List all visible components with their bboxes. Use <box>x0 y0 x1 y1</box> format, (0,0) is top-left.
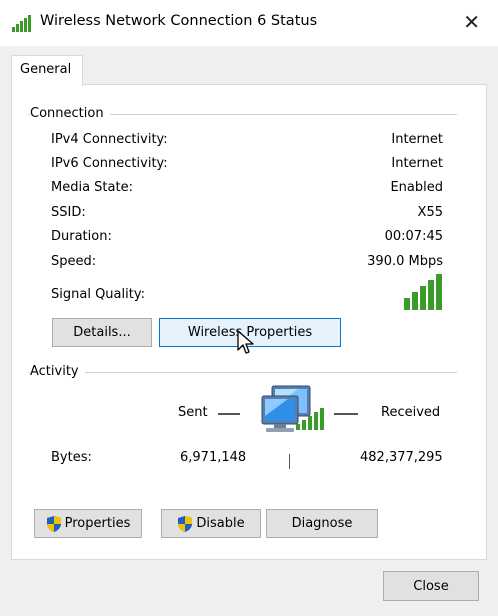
signal-bar <box>412 292 418 310</box>
signal-quality-label: Signal Quality: <box>51 287 145 302</box>
network-computers-icon <box>261 385 324 432</box>
ssid-label: SSID: <box>51 205 86 220</box>
connection-group-label: Connection <box>30 106 110 121</box>
disable-button[interactable]: Disable <box>161 509 261 538</box>
received-dash <box>334 413 358 415</box>
ipv4-value: Internet <box>391 132 443 147</box>
signal-bar <box>404 298 410 310</box>
ssid-value: X55 <box>417 205 443 220</box>
media-state-value: Enabled <box>390 180 443 195</box>
tab-general-label: General <box>20 62 72 77</box>
signal-bar <box>428 280 434 310</box>
signal-bar <box>420 286 426 310</box>
activity-group-line <box>28 372 457 373</box>
ipv6-label: IPv6 Connectivity: <box>51 156 168 171</box>
bytes-received-value: 482,377,295 <box>360 450 443 465</box>
details-button[interactable]: Details... <box>52 318 152 347</box>
properties-button[interactable]: Properties <box>34 509 142 538</box>
media-state-label: Media State: <box>51 180 133 195</box>
uac-shield-icon <box>178 515 193 532</box>
uac-shield-icon <box>46 515 61 532</box>
diagnose-button-label: Diagnose <box>291 516 353 531</box>
close-button-label: Close <box>413 578 449 594</box>
disable-button-label: Disable <box>196 516 245 531</box>
activity-divider <box>289 454 290 469</box>
signal-strength-icon <box>404 274 442 310</box>
received-label: Received <box>381 405 441 420</box>
bytes-sent-value: 6,971,148 <box>180 450 247 465</box>
tab-general[interactable]: General <box>11 55 83 86</box>
speed-label: Speed: <box>51 254 97 269</box>
speed-value: 390.0 Mbps <box>367 254 443 269</box>
details-button-label: Details... <box>73 325 131 340</box>
close-button[interactable]: Close <box>383 571 479 601</box>
window-title: Wireless Network Connection 6 Status <box>40 13 318 29</box>
title-bar: Wireless Network Connection 6 Status ✕ <box>0 0 498 46</box>
bytes-label: Bytes: <box>51 450 92 465</box>
properties-button-label: Properties <box>64 516 131 531</box>
signal-bar <box>436 274 442 310</box>
close-window-button[interactable]: ✕ <box>463 10 480 34</box>
wifi-signal-icon <box>12 15 31 32</box>
ipv4-label: IPv4 Connectivity: <box>51 132 168 147</box>
sent-dash <box>218 413 240 415</box>
mouse-cursor-icon <box>237 330 254 354</box>
activity-group-label: Activity <box>30 364 85 379</box>
duration-label: Duration: <box>51 229 112 244</box>
ipv6-value: Internet <box>391 156 443 171</box>
window: { "window": { "title": "Wireless Network… <box>0 0 498 616</box>
sent-label: Sent <box>178 405 208 420</box>
duration-value: 00:07:45 <box>384 229 443 244</box>
diagnose-button[interactable]: Diagnose <box>266 509 378 538</box>
